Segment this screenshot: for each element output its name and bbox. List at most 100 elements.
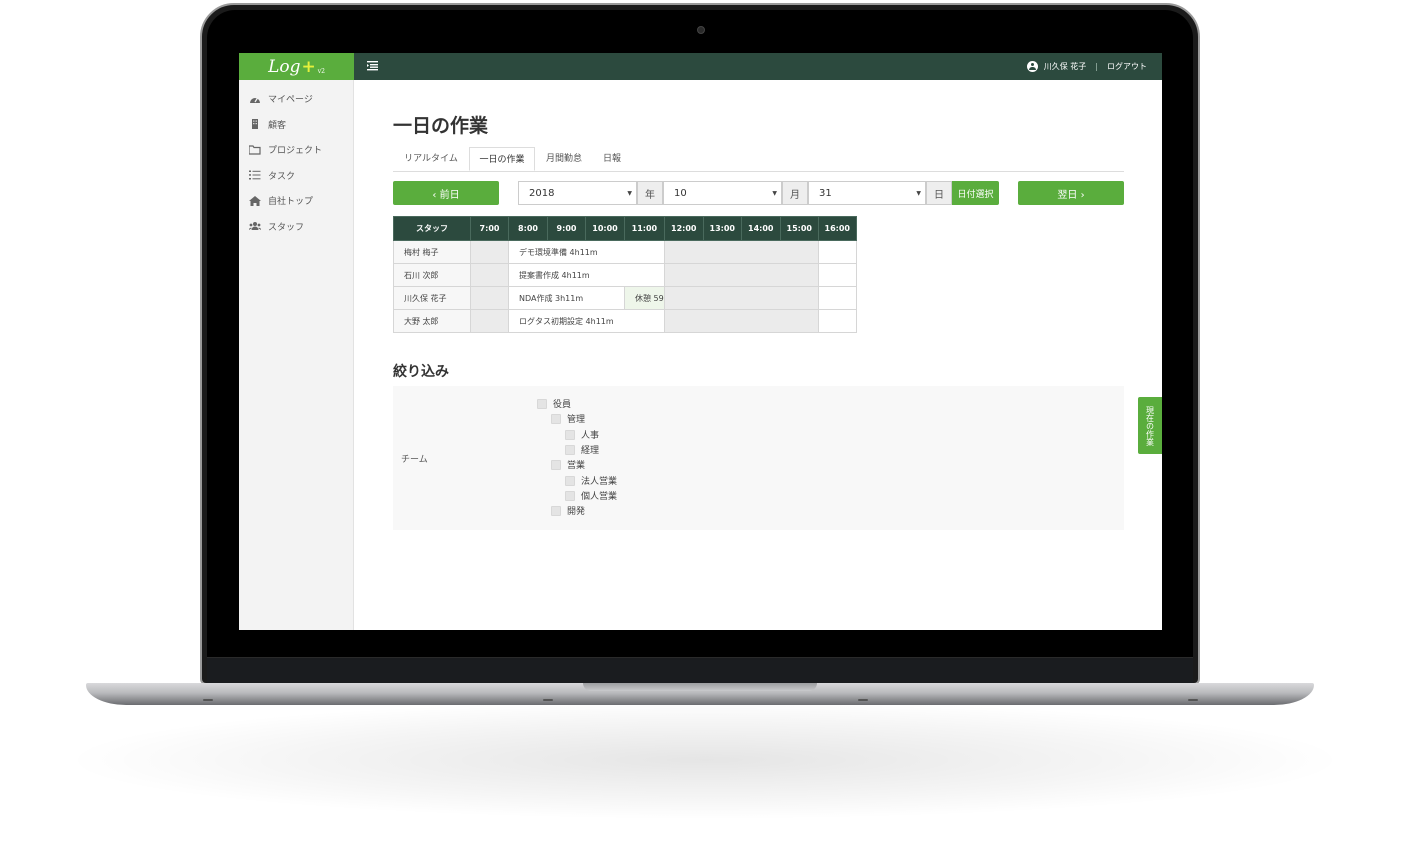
empty-slot (470, 240, 509, 264)
task-block[interactable]: 提案書作成 4h11m (508, 263, 665, 287)
user-circle-icon (1026, 61, 1038, 72)
staff-column-header: スタッフ (393, 216, 471, 241)
team-checkbox-label: 役員 (553, 400, 572, 410)
empty-slot (663, 263, 819, 287)
team-checkbox[interactable]: 経理 (565, 443, 599, 456)
sidebar-item-label: スタッフ (268, 222, 305, 233)
team-checkbox[interactable]: 役員 (537, 397, 571, 410)
current-work-tab[interactable]: 現在の作業 (1138, 397, 1162, 454)
logo-text: Log (268, 56, 301, 77)
user-area: 川久保 花子 | ログアウト (1026, 53, 1147, 80)
year-value: 2018 (529, 187, 555, 199)
laptop-notch (583, 683, 817, 691)
sidebar-item-mypage[interactable]: マイページ (239, 86, 353, 112)
caret-down-icon: ▼ (772, 190, 777, 197)
sidebar: マイページ 顧客 プロジェクト タスク 自社トップ スタッフ (239, 80, 354, 630)
day-select[interactable]: 31 ▼ (808, 181, 926, 205)
team-checkbox[interactable]: 人事 (565, 428, 599, 441)
staff-name[interactable]: 大野 太郎 (393, 309, 471, 333)
users-icon (248, 221, 262, 231)
sidebar-item-staff[interactable]: スタッフ (239, 214, 353, 240)
building-icon (249, 119, 261, 130)
hour-header: 10:00 (585, 216, 625, 241)
sidebar-item-label: プロジェクト (268, 146, 323, 157)
empty-slot (470, 286, 509, 310)
app-screen: Log + v2 川久保 花子 | ログアウト マイページ 顧客 プロジェクト タス… (239, 53, 1162, 630)
team-checkbox-label: 人事 (581, 431, 600, 441)
team-checkbox-label: 営業 (567, 461, 586, 471)
team-checkbox-label: 法人営業 (581, 477, 618, 487)
team-checkbox-label: 経理 (581, 446, 600, 456)
task-block[interactable]: NDA作成 3h11m (508, 286, 625, 310)
team-checkbox[interactable]: 営業 (551, 458, 585, 471)
logout-link[interactable]: ログアウト (1107, 61, 1147, 72)
laptop-foot (203, 699, 213, 701)
month-select[interactable]: 10 ▼ (663, 181, 782, 205)
folder-icon (248, 145, 261, 155)
laptop-foot (1188, 699, 1198, 701)
hour-header: 16:00 (817, 216, 857, 241)
next-day-button[interactable]: 翌日 › (1018, 181, 1124, 205)
home-icon (249, 195, 261, 206)
empty-slot (663, 240, 819, 264)
sidebar-item-tasks[interactable]: タスク (239, 163, 353, 189)
tab-daily-work[interactable]: 一日の作業 (469, 147, 535, 171)
team-checkbox[interactable]: 開発 (551, 504, 585, 517)
month-value: 10 (674, 187, 687, 199)
prev-day-button[interactable]: ‹ 前日 (393, 181, 499, 205)
hour-header: 14:00 (740, 216, 781, 241)
staff-name[interactable]: 梅村 梅子 (393, 240, 471, 264)
sidebar-item-label: タスク (268, 171, 296, 182)
year-select[interactable]: 2018 ▼ (518, 181, 637, 205)
dashboard-icon (249, 94, 261, 104)
table-row: 梅村 梅子 デモ環境準備 4h11m (393, 240, 857, 264)
tab-daily-report[interactable]: 日報 (594, 147, 630, 171)
team-checkbox-label: 開発 (567, 507, 586, 517)
caret-down-icon: ▼ (916, 190, 921, 197)
menu-collapse-icon[interactable] (367, 60, 378, 73)
empty-slot (817, 286, 857, 310)
laptop-chin (207, 657, 1193, 683)
rest-block[interactable]: 休憩 59 (624, 286, 665, 310)
empty-slot (663, 286, 819, 310)
checkbox-icon (537, 398, 547, 409)
header-separator: | (1095, 62, 1098, 71)
staff-name[interactable]: 石川 次郎 (393, 263, 471, 287)
logo-version: v2 (317, 68, 325, 75)
day-unit: 日 (926, 181, 952, 205)
staff-name[interactable]: 川久保 花子 (393, 286, 471, 310)
user-name[interactable]: 川久保 花子 (1044, 61, 1087, 72)
page-title: 一日の作業 (393, 115, 489, 137)
list-icon (249, 170, 261, 180)
tab-realtime[interactable]: リアルタイム (393, 147, 469, 171)
empty-slot (470, 309, 509, 333)
team-checkbox[interactable]: 管理 (551, 412, 585, 425)
day-value: 31 (819, 187, 832, 199)
task-block[interactable]: デモ環境準備 4h11m (508, 240, 665, 264)
top-navbar: Log + v2 川久保 花子 | ログアウト (239, 53, 1162, 80)
tab-monthly-attendance[interactable]: 月間勤怠 (536, 147, 592, 171)
checkbox-icon (565, 490, 575, 501)
sidebar-item-company-top[interactable]: 自社トップ (239, 188, 353, 214)
month-unit: 月 (782, 181, 808, 205)
schedule-table: スタッフ 7:00 8:00 9:00 10:00 11:00 12:00 13… (393, 216, 857, 333)
sidebar-item-customers[interactable]: 顧客 (239, 112, 353, 138)
table-row: 石川 次郎 提案書作成 4h11m (393, 263, 857, 287)
hour-header: 15:00 (779, 216, 819, 241)
filter-panel: チーム 役員 管理 人事 経理 営業 法人営業 個人営業 開発 (393, 386, 1124, 530)
team-checkbox[interactable]: 法人営業 (565, 474, 617, 487)
app-logo[interactable]: Log + v2 (239, 53, 354, 80)
hour-header: 11:00 (624, 216, 665, 241)
checkbox-icon (565, 444, 575, 455)
sidebar-item-projects[interactable]: プロジェクト (239, 137, 353, 163)
sidebar-item-label: マイページ (268, 95, 313, 106)
tab-bar: リアルタイム 一日の作業 月間勤怠 日報 (393, 147, 1124, 172)
checkbox-icon (551, 413, 561, 424)
select-date-button[interactable]: 日付選択 (952, 181, 999, 205)
laptop-shadow (60, 700, 1350, 820)
table-row: 大野 太郎 ログタス初期設定 4h11m (393, 309, 857, 333)
task-block[interactable]: ログタス初期設定 4h11m (508, 309, 665, 333)
team-checkbox-label: 管理 (567, 415, 586, 425)
team-label: チーム (401, 455, 428, 465)
team-checkbox[interactable]: 個人営業 (565, 489, 617, 502)
